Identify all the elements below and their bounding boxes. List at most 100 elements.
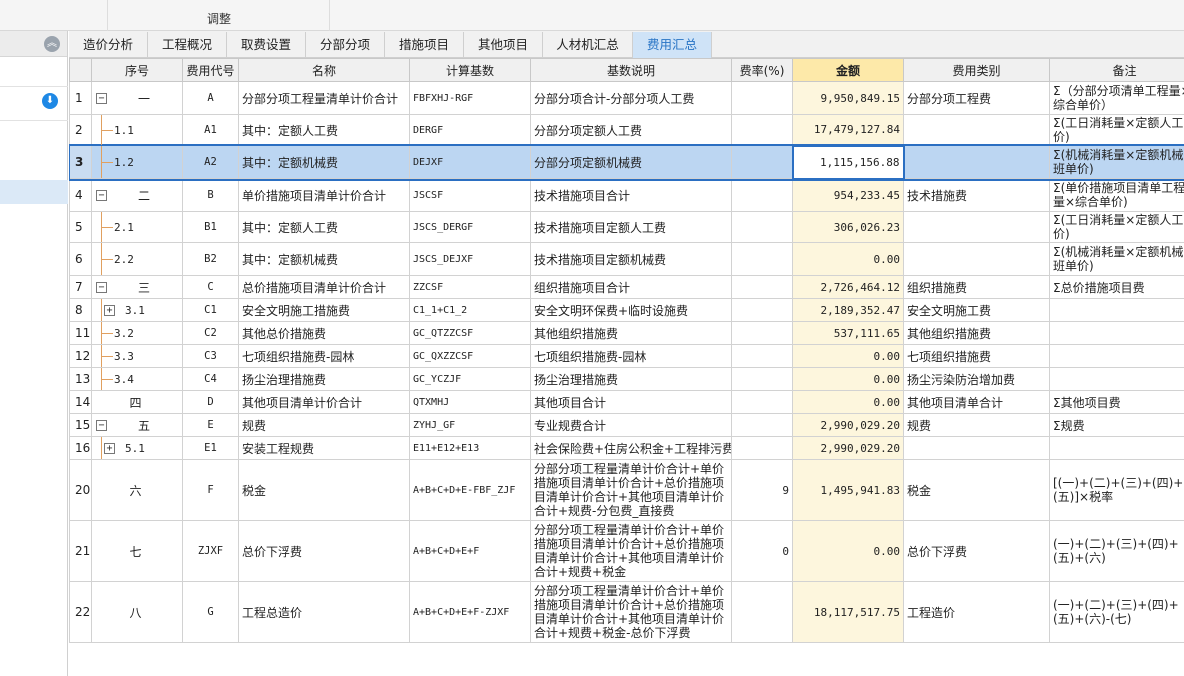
table-row[interactable]: 15− 五 E 规费 ZYHJ_GF 专业规费合计 2,990,029.20 规费 Σ规费 [69,413,1184,437]
table-row[interactable]: 21 七 ZJXF 总价下浮费 A+B+C+D+E+F 分部分项工程量清单计价合计+单价措… [69,520,1184,582]
expand-toggle-icon[interactable]: + [104,304,115,316]
fee-code-cell: A [182,81,239,115]
table-row[interactable]: 20 六 F 税金 A+B+C+D+E-FBF_ZJF 分部分项工程量清单计价合计+单价措… [69,459,1184,521]
amount-header[interactable]: 金额 [792,58,904,82]
collapse-toggle-icon[interactable]: − [96,281,107,293]
fee-category-header[interactable]: 费用类别 [903,58,1050,82]
double-chevron-up-icon[interactable]: ︽ [44,36,60,52]
table-row[interactable]: 4− 二 B 单价措施项目清单计价合计 JSCSF 技术措施项目合计 954,233.45 技… [69,178,1184,212]
table-row[interactable]: 13 3.4 C4 扬尘治理措施费 GC_YCZJF 扬尘治理措施费 0.00 扬尘污染防治增… [69,367,1184,391]
rate-cell [731,390,793,414]
rate-cell [731,344,793,368]
tree-branch [101,227,113,228]
row-number-header[interactable] [69,58,92,82]
name-cell: 扬尘治理措施费 [238,367,410,391]
calc-base-cell: DERGF [409,114,531,146]
collapse-toggle-icon[interactable]: − [96,419,107,431]
remark-header[interactable]: 备注 [1049,58,1184,82]
remark-cell [1049,298,1184,322]
tab-4[interactable]: 分部分项 [306,32,385,58]
fee-category-cell: 税金 [903,459,1050,521]
table-row[interactable]: 22 八 G 工程总造价 A+B+C+D+E+F-ZJXF 分部分项工程量清单计价合计+单… [69,581,1184,643]
row-number: 8 [69,298,92,322]
seq-cell: 六 [91,459,183,521]
fee-code-header[interactable]: 费用代号 [182,58,239,82]
table-row[interactable]: 16 +5.1 E1 安装工程规费 E11+E12+E13 社会保险费+住房公积金+工程排… [69,436,1184,460]
collapse-toggle-icon[interactable]: − [96,189,107,201]
table-row[interactable]: 8 +3.1 C1 安全文明施工措施费 C1_1+C1_2 安全文明环保费+临时设施费 2,… [69,298,1184,322]
amount-cell: 2,189,352.47 [792,298,904,322]
name-cell: 其他总价措施费 [238,321,410,345]
calc-base-cell: JSCS_DERGF [409,211,531,243]
table-row[interactable]: 3 1.2 A2 其中：定额机械费 DEJXF 分部分项定额机械费 1,115,156.88… [69,143,1184,181]
expand-toggle-icon[interactable]: + [104,442,115,454]
table-row[interactable]: 2 1.1 A1 其中：定额人工费 DERGF 分部分项定额人工费 17,479,127.8… [69,114,1184,146]
fee-category-cell [903,436,1050,460]
table-row[interactable]: 7− 三 C 总价措施项目清单计价合计 ZZCSF 组织措施项目合计 2,726,464.1… [69,275,1184,299]
seq-cell: 1.2 [91,145,183,179]
collapse-toggle-icon[interactable]: − [96,92,107,104]
calc-base-header[interactable]: 计算基数 [409,58,531,82]
table-row[interactable]: 5 2.1 B1 其中：定额人工费 JSCS_DERGF 技术措施项目定额人工费 306,0… [69,211,1184,243]
row-number: 22 [69,581,92,643]
tab-1[interactable]: 造价分析 [69,32,148,58]
remark-cell [1049,321,1184,345]
tab-2[interactable]: 工程概况 [148,32,227,58]
table-row[interactable]: 14 四 D 其他项目清单计价合计 QTXMHJ 其他项目合计 0.00 其他项目清单合计 Σ其… [69,390,1184,414]
tree-branch [101,379,113,380]
fee-category-cell: 七项组织措施费 [903,344,1050,368]
tab-3[interactable]: 取费设置 [227,32,306,58]
fee-category-cell [903,145,1050,179]
row-number: 15 [69,413,92,437]
base-desc-cell: 组织措施项目合计 [530,275,732,299]
seq-text: 二 [137,188,150,203]
fee-category-cell: 其他项目清单合计 [903,390,1050,414]
rate-header[interactable]: 费率(%) [731,58,793,82]
fee-code-cell: F [182,459,239,521]
toolbar-section [0,0,108,31]
row-number: 21 [69,520,92,582]
fee-code-cell: B1 [182,211,239,243]
base-desc-header[interactable]: 基数说明 [530,58,732,82]
fee-category-cell: 扬尘污染防治增加费 [903,367,1050,391]
base-desc-cell: 技术措施项目定额人工费 [530,211,732,243]
remark-cell: Σ规费 [1049,413,1184,437]
name-header[interactable]: 名称 [238,58,410,82]
name-cell: 其中：定额人工费 [238,211,410,243]
fee-category-cell [903,211,1050,243]
top-toolbar: 调整 [0,0,1184,31]
tab-6[interactable]: 其他项目 [464,32,543,58]
rate-cell [731,275,793,299]
base-desc-cell: 分部分项工程量清单计价合计+单价措施项目清单计价合计+总价措施项目清单计价合计+… [530,581,732,643]
sidebar-item-selected[interactable] [0,180,68,204]
seq-cell: 3.3 [91,344,183,368]
calc-base-cell: ZYHJ_GF [409,413,531,437]
fee-code-cell: A1 [182,114,239,146]
name-cell: 单价措施项目清单计价合计 [238,178,410,212]
fee-summary-table: 序号 费用代号 名称 计算基数 基数说明 费率(%) 金额 费用类别 备注 1− 一 A 分部分项工程… [69,58,1184,643]
seq-text: 5.1 [125,441,145,455]
fee-category-cell: 工程造价 [903,581,1050,643]
fee-code-cell: B2 [182,242,239,276]
amount-cell: 537,111.65 [792,321,904,345]
base-desc-cell: 专业规费合计 [530,413,732,437]
row-number: 11 [69,321,92,345]
table-row[interactable]: 11 3.2 C2 其他总价措施费 GC_QTZZCSF 其他组织措施费 537,111.6… [69,321,1184,345]
seq-cell: − 一 [91,81,183,115]
tab-7[interactable]: 人材机汇总 [543,32,633,58]
row-number: 16 [69,436,92,460]
tab-5[interactable]: 措施项目 [385,32,464,58]
calc-base-cell: JSCS_DEJXF [409,242,531,276]
fee-category-cell: 分部分项工程费 [903,81,1050,115]
rate-cell [731,178,793,212]
name-cell: 安装工程规费 [238,436,410,460]
amount-cell: 0.00 [792,390,904,414]
tab-8[interactable]: 费用汇总 [633,32,712,58]
table-row[interactable]: 12 3.3 C3 七项组织措施费-园林 GC_QXZZCSF 七项组织措施费-园林 0.0… [69,344,1184,368]
download-circle-icon[interactable]: ⬇ [42,93,58,109]
table-row[interactable]: 1− 一 A 分部分项工程量清单计价合计 FBFXHJ-RGF 分部分项合计-分部分项人工… [69,81,1184,115]
seq-header[interactable]: 序号 [91,58,183,82]
calc-base-cell: GC_QXZZCSF [409,344,531,368]
amount-cell: 0.00 [792,520,904,582]
table-row[interactable]: 6 2.2 B2 其中：定额机械费 JSCS_DEJXF 技术措施项目定额机械费 0.00 Σ… [69,242,1184,276]
